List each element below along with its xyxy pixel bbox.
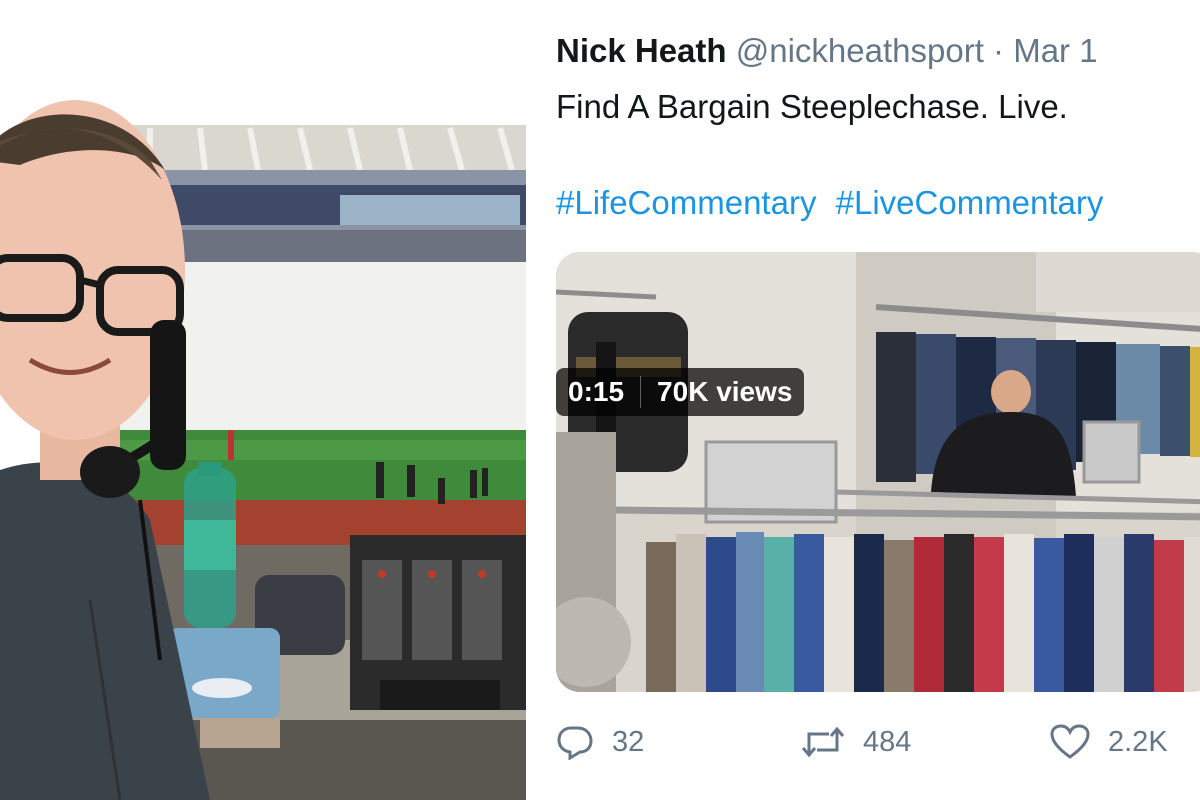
retweet-icon	[801, 726, 845, 758]
video-stats-badge: 0:15 70K views	[556, 368, 805, 416]
tweet-date[interactable]: Mar 1	[1013, 32, 1097, 69]
retweet-count: 484	[863, 725, 912, 758]
author-name[interactable]: Nick Heath	[556, 32, 727, 69]
commentator-photo	[0, 0, 526, 800]
video-thumbnail	[556, 252, 1200, 692]
reply-icon	[557, 726, 593, 760]
like-count: 2.2K	[1108, 725, 1168, 758]
video-player[interactable]	[556, 252, 1200, 692]
video-views: 70K views	[657, 376, 793, 407]
hashtag-link[interactable]: #LifeCommentary	[556, 184, 816, 221]
tweet-card: Nick Heath @nickheathsport · Mar 1 Find …	[526, 0, 1200, 800]
video-duration: 0:15	[568, 376, 625, 407]
hashtag-link[interactable]: #LiveCommentary	[836, 184, 1104, 221]
reply-count: 32	[612, 725, 645, 758]
author-handle[interactable]: @nickheathsport	[736, 32, 984, 69]
tweet-hashtags: #LifeCommentary #LiveCommentary	[556, 182, 1113, 224]
retweet-button[interactable]: 484	[801, 724, 911, 760]
header-separator: ·	[993, 32, 1005, 69]
reply-button[interactable]: 32	[556, 724, 644, 760]
heart-icon	[1050, 724, 1090, 759]
tweet-header: Nick Heath @nickheathsport · Mar 1	[556, 30, 1098, 72]
like-button[interactable]: 2.2K	[1050, 724, 1168, 760]
tweet-actions: 32 484 2.2K	[556, 724, 1200, 768]
tweet-text: Find A Bargain Steeplechase. Live.	[556, 88, 1068, 125]
badge-divider	[640, 376, 642, 408]
